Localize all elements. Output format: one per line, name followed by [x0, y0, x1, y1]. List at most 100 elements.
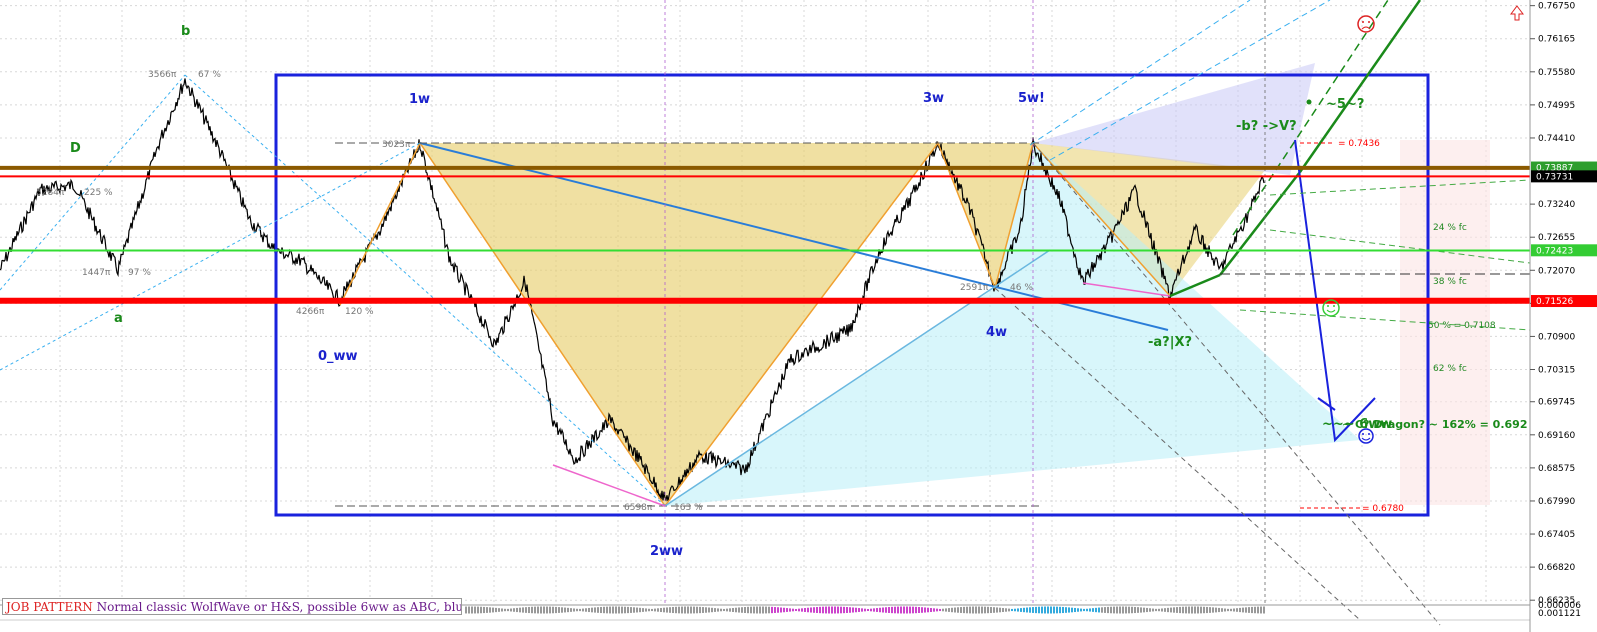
- indicator-bar: [480, 606, 482, 614]
- indicator-bar: [792, 608, 794, 612]
- indicator-bar: [585, 608, 587, 612]
- indicator-bar: [702, 607, 704, 613]
- indicator-bar: [1161, 608, 1163, 612]
- indicator-bar: [756, 606, 758, 614]
- label-2591: 2591π: [960, 283, 989, 293]
- indicator-bar: [1257, 606, 1259, 614]
- indicator-bar: [732, 608, 734, 612]
- indicator-bar: [666, 607, 668, 613]
- indicator-bar: [1104, 607, 1106, 613]
- indicator-bar: [483, 606, 485, 614]
- label-120: 120 %: [345, 307, 374, 317]
- indicator-bar: [1185, 606, 1187, 614]
- indicator-bar: [1038, 606, 1040, 614]
- job-pattern-text: Normal classic WolfWave or H&S, possible…: [96, 600, 462, 614]
- indicator-bar: [591, 607, 593, 613]
- indicator-bar: [570, 608, 572, 612]
- indicator-bar: [801, 608, 803, 612]
- indicator-bar: [1047, 606, 1049, 614]
- indicator-bar: [1233, 608, 1235, 612]
- indicator-bar: [1224, 608, 1226, 612]
- indicator-bar: [1005, 608, 1007, 612]
- indicator-bar: [1128, 606, 1130, 614]
- y-tick-label: 0.74995: [1538, 101, 1575, 111]
- indicator-bar: [618, 606, 620, 614]
- indicator-bar: [1041, 606, 1043, 614]
- indicator-bar: [495, 607, 497, 613]
- indicator-bar: [636, 607, 638, 613]
- indicator-bar: [1152, 608, 1154, 612]
- indicator-bar: [705, 607, 707, 613]
- indicator-bar: [714, 608, 716, 612]
- indicator-bar: [537, 606, 539, 614]
- indicator-bar: [1212, 607, 1214, 613]
- indicator-bar: [489, 607, 491, 613]
- label-3w: 3w: [923, 91, 944, 106]
- indicator-bar: [699, 606, 701, 614]
- indicator-bar: [513, 608, 515, 612]
- job-pattern-box: JOB PATTERN Normal classic WolfWave or H…: [2, 598, 462, 615]
- indicator-bar: [615, 606, 617, 614]
- indicator-bar: [660, 607, 662, 613]
- indicator-bar: [654, 608, 656, 612]
- indicator-bar: [777, 607, 779, 613]
- y-tick-label: 0.70900: [1538, 332, 1575, 342]
- indicator-bar: [1065, 607, 1067, 613]
- indicator-bar: [690, 606, 692, 614]
- y-tick-label: 0.76750: [1538, 2, 1575, 12]
- indicator-bar: [549, 606, 551, 614]
- indicator-bar: [780, 607, 782, 613]
- indicator-bar: [642, 608, 644, 612]
- indicator-bar: [747, 606, 749, 614]
- indicator-bar: [822, 606, 824, 614]
- indicator-bar: [525, 607, 527, 613]
- indicator-bar: [831, 606, 833, 614]
- indicator-bar: [492, 607, 494, 613]
- label-f24: 24 % fc: [1433, 223, 1467, 233]
- indicator-bar: [1107, 606, 1109, 614]
- indicator-bar: [1080, 608, 1082, 612]
- label-225: 225 %: [84, 188, 113, 198]
- indicator-bar: [843, 606, 845, 614]
- indicator-bar: [837, 606, 839, 614]
- indicator-bar: [894, 606, 896, 614]
- arrow-up-icon: [1510, 5, 1524, 21]
- indicator-bar: [624, 606, 626, 614]
- indicator-bar: [1158, 608, 1160, 612]
- label-46: 46 %: [1010, 283, 1033, 293]
- indicator-bar: [819, 606, 821, 614]
- indicator-bar: [885, 607, 887, 613]
- indicator-bar: [951, 607, 953, 613]
- indicator-bar: [696, 606, 698, 614]
- indicator-bar: [1116, 606, 1118, 614]
- indicator-bar: [879, 607, 881, 613]
- indicator-bar: [1200, 606, 1202, 614]
- price-chart[interactable]: b D a 1w 0_ww 2ww 3w 4w 5w! -a?|X? -b? -…: [0, 0, 1597, 632]
- indicator-tick-label: 0.001121: [1538, 609, 1581, 619]
- indicator-bar: [921, 607, 923, 613]
- indicator-bar: [486, 607, 488, 613]
- indicator-bar: [942, 608, 944, 612]
- indicator-bar: [840, 606, 842, 614]
- indicator-bar: [528, 606, 530, 614]
- indicator-bar: [909, 606, 911, 614]
- indicator-bar: [873, 608, 875, 612]
- indicator-bar: [1119, 606, 1121, 614]
- indicator-bar: [1170, 607, 1172, 613]
- indicator-bar: [477, 606, 479, 614]
- indicator-bar: [681, 606, 683, 614]
- indicator-bar: [882, 607, 884, 613]
- indicator-bar: [498, 608, 500, 612]
- indicator-bar: [1182, 606, 1184, 614]
- indicator-bar: [762, 606, 764, 614]
- indicator-bar: [984, 606, 986, 614]
- indicator-bar: [531, 606, 533, 614]
- y-tick-label: 0.76165: [1538, 35, 1575, 45]
- indicator-bar: [627, 606, 629, 614]
- indicator-bar: [1089, 608, 1091, 612]
- indicator-bar: [1002, 607, 1004, 613]
- indicator-bar: [648, 608, 650, 612]
- indicator-bar: [672, 606, 674, 614]
- indicator-bar: [1227, 608, 1229, 612]
- indicator-bar: [810, 607, 812, 613]
